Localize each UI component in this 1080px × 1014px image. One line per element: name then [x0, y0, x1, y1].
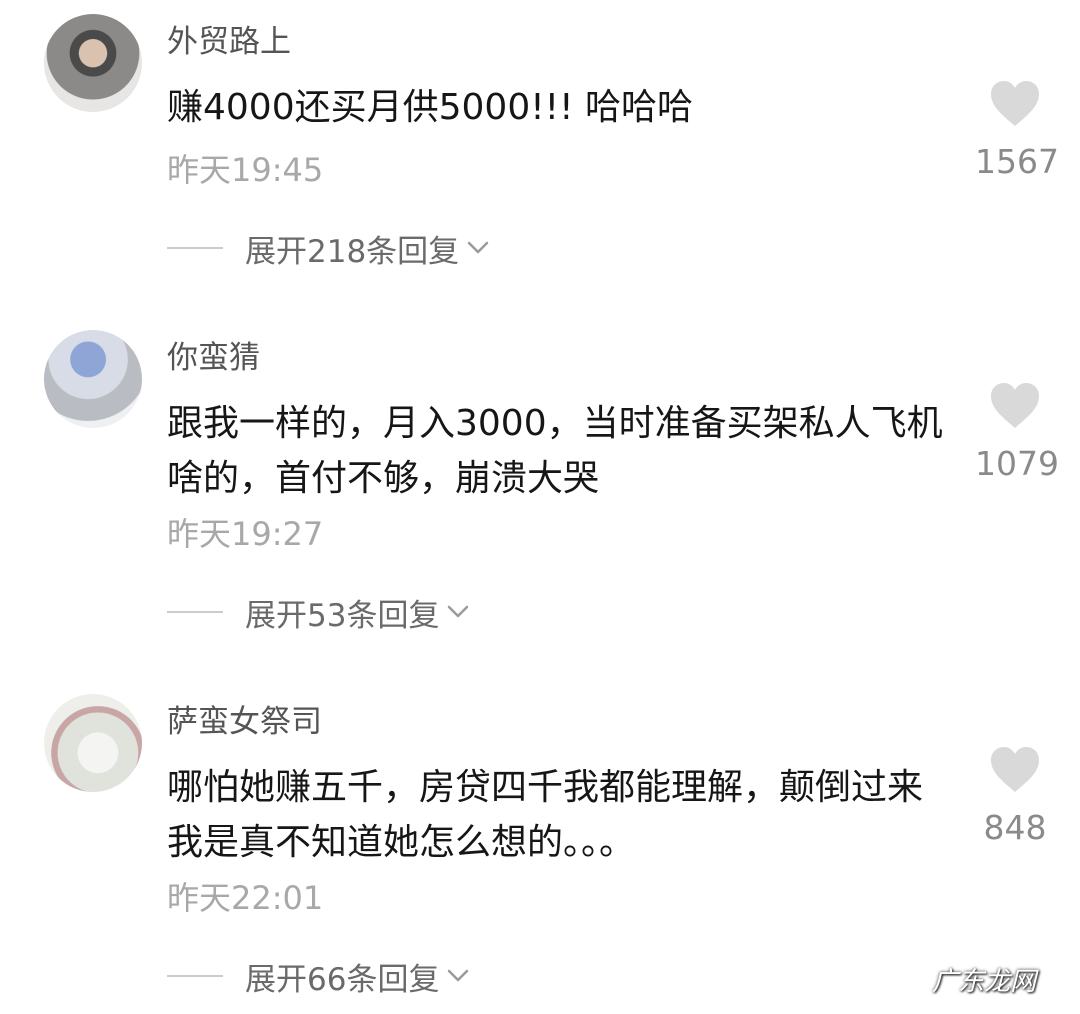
chevron-down-icon: [448, 605, 469, 618]
comment-time: 昨天19:45: [167, 151, 324, 189]
expand-replies-label: 展开53条回复: [245, 597, 440, 634]
comment-username[interactable]: 外贸路上: [167, 22, 291, 62]
expand-replies-button[interactable]: 展开66条回复: [167, 956, 473, 998]
chevron-down-icon: [448, 969, 469, 982]
heart-icon: [991, 81, 1039, 126]
divider-line: [167, 975, 223, 977]
avatar[interactable]: [44, 330, 142, 428]
avatar[interactable]: [44, 694, 142, 792]
like-button[interactable]: 1079: [975, 382, 1059, 484]
like-count: 848: [983, 808, 1047, 847]
like-button[interactable]: 848: [975, 746, 1055, 848]
comment-time: 昨天22:01: [167, 879, 324, 917]
comment-username[interactable]: 萨蛮女祭司: [167, 702, 322, 742]
like-count: 1567: [975, 142, 1059, 181]
expand-replies-button[interactable]: 展开53条回复: [167, 592, 473, 634]
comment-username[interactable]: 你蛮猜: [167, 338, 260, 378]
heart-icon: [991, 747, 1039, 792]
chevron-down-icon: [467, 241, 489, 254]
comment-text[interactable]: 跟我一样的，月入3000，当时准备买架私人飞机啥的，首付不够，崩溃大哭: [167, 396, 957, 506]
watermark: 广东龙网: [931, 967, 1036, 997]
like-button[interactable]: 1567: [975, 80, 1059, 182]
divider-line: [167, 247, 223, 249]
comment-text[interactable]: 哪怕她赚五千，房贷四千我都能理解，颠倒过来我是真不知道她怎么想的。。。: [167, 760, 957, 870]
like-count: 1079: [975, 444, 1059, 483]
comment-time: 昨天19:27: [167, 515, 324, 553]
avatar[interactable]: [44, 14, 142, 112]
expand-replies-label: 展开218条回复: [245, 233, 460, 270]
heart-icon: [991, 383, 1039, 428]
comment-text[interactable]: 赚4000还买月供5000!!! 哈哈哈: [167, 80, 957, 135]
expand-replies-button[interactable]: 展开218条回复: [167, 228, 493, 270]
divider-line: [167, 611, 223, 613]
expand-replies-label: 展开66条回复: [245, 961, 440, 998]
